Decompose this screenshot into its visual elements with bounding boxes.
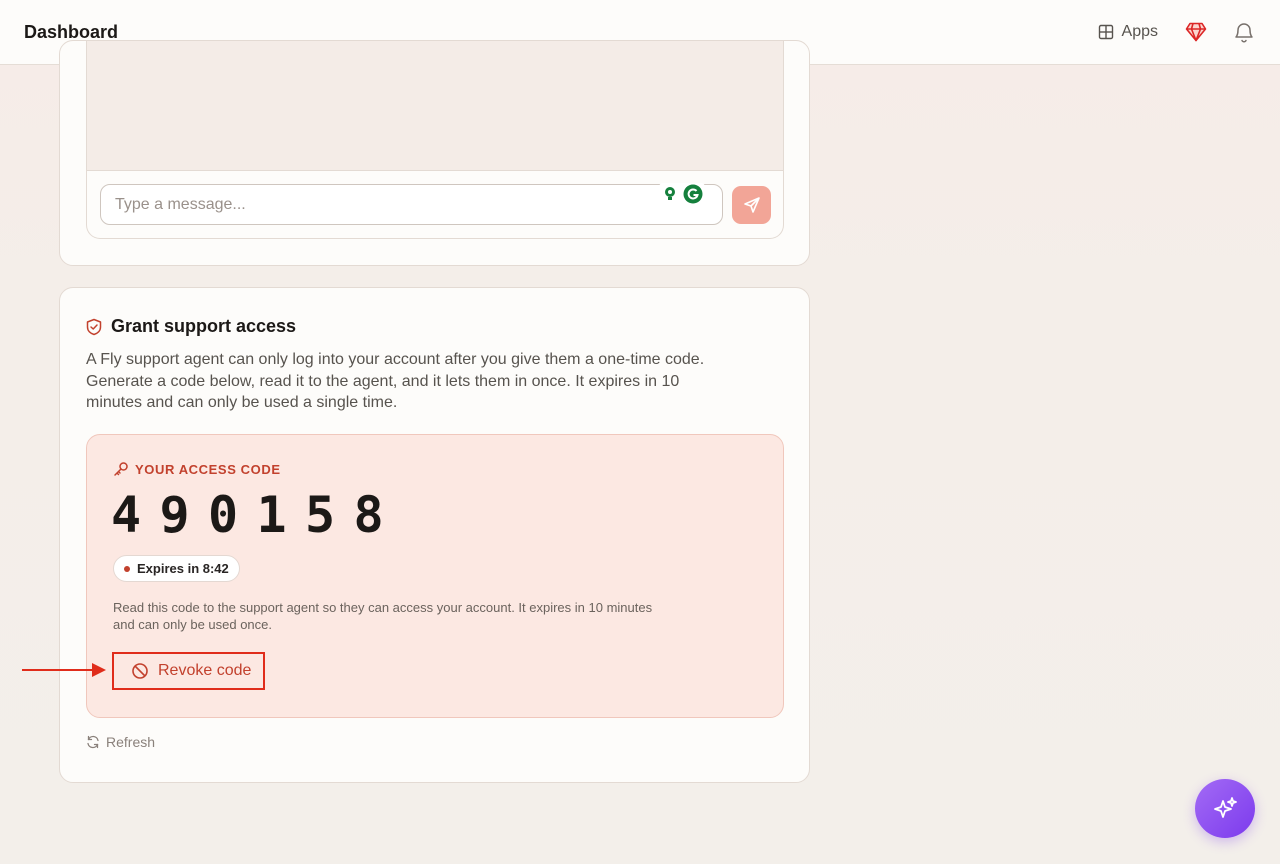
refresh-button[interactable]: Refresh [86,734,155,750]
access-code-label: YOUR ACCESS CODE [135,461,281,477]
header-actions: Apps [1098,20,1256,44]
send-button[interactable] [732,186,771,224]
apps-button[interactable]: Apps [1098,23,1158,41]
access-code-note: Read this code to the support agent so t… [113,600,653,632]
ban-icon [132,663,148,679]
annotation-arrow-icon [22,663,106,677]
code-digit: 5 [305,486,336,544]
chat-panel [86,41,784,239]
shield-check-icon [86,318,102,335]
access-code-label-row: YOUR ACCESS CODE [113,461,281,477]
expires-text: Expires in 8:42 [137,561,229,576]
revoke-code-button[interactable]: Revoke code [112,652,265,690]
code-digit: 9 [159,486,190,544]
grant-support-access-card: Grant support access A Fly support agent… [59,287,810,783]
revoke-code-label: Revoke code [158,662,252,679]
ai-assistant-button[interactable] [1195,779,1255,838]
gem-icon [1185,22,1207,42]
refresh-label: Refresh [106,734,156,750]
code-digit: 1 [256,486,287,544]
grammarly-widget[interactable] [659,183,705,205]
sparkles-icon [1214,796,1237,818]
key-icon [114,462,128,476]
apps-grid-icon [1098,24,1113,40]
grant-access-description: A Fly support agent can only log into yo… [86,351,705,411]
send-icon [743,197,760,213]
notifications-button[interactable] [1232,20,1256,44]
gem-button[interactable] [1184,20,1208,44]
apps-label: Apps [1121,23,1158,40]
status-dot-icon [124,565,130,572]
refresh-icon [87,735,99,749]
message-input[interactable] [100,184,723,225]
chat-card [59,40,810,266]
access-code-panel: YOUR ACCESS CODE 4 9 0 1 5 8 Expires in … [86,434,784,718]
code-digit: 0 [208,486,239,544]
expires-badge: Expires in 8:42 [113,555,240,582]
access-code-digits: 4 9 0 1 5 8 [111,483,402,547]
code-digit: 4 [111,486,142,544]
grant-access-header: Grant support access [86,316,296,337]
chat-input-row [87,171,783,238]
chat-messages-area [87,41,783,171]
grant-access-title: Grant support access [111,316,297,336]
lightbulb-icon [665,187,675,200]
code-digit: 8 [353,486,384,544]
grammarly-icon [683,184,703,204]
bell-icon [1235,23,1253,43]
